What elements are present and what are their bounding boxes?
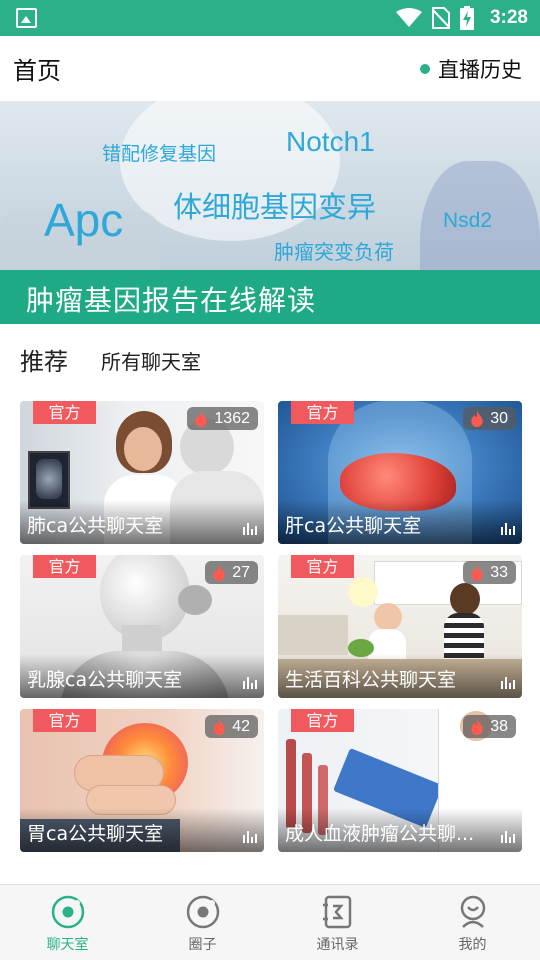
popularity-count-value: 30 [490,409,508,427]
wifi-icon [395,8,422,27]
chat-room-card[interactable]: 官方 33 生活百科公共聊天室 [278,555,522,698]
chat-room-name: 生活百科公共聊天室 [285,669,457,691]
chat-room-icon [51,895,84,929]
banner-keyword: 肿瘤突变负荷 [274,242,394,264]
signal-bars-icon [243,831,257,843]
banner-caption: 肿瘤基因报告在线解读 [26,284,317,317]
promo-banner[interactable]: 错配修复基因 Notch1 Apc 体细胞基因变异 Nsd2 肿瘤突变负荷 肿瘤… [0,101,540,324]
chat-room-card[interactable]: 官方 42 胃ca公共聊天室 [20,709,264,852]
nav-label: 我的 [458,937,487,953]
fire-icon [213,564,225,581]
popularity-count: 1362 [187,407,258,430]
signal-bars-icon [501,831,515,843]
fire-icon [471,718,483,735]
banner-keyword: Nsd2 [443,209,493,232]
chat-room-name: 成人血液肿瘤公共聊... [285,823,475,845]
popularity-count: 42 [205,715,258,738]
nav-item-profile[interactable]: 我的 [405,885,540,960]
image-notification-icon [16,8,37,28]
banner-caption-strip: 肿瘤基因报告在线解读 [0,270,540,324]
chat-room-name: 肺ca公共聊天室 [27,515,164,537]
official-badge: 官方 [33,555,96,578]
chat-room-card[interactable]: 官方 27 乳腺ca公共聊天室 [20,555,264,698]
chat-room-card[interactable]: 官方 30 肝ca公共聊天室 [278,401,522,544]
popularity-count-value: 1362 [214,409,250,427]
popularity-count-value: 33 [490,563,508,581]
popularity-count: 33 [463,561,516,584]
chat-room-name: 胃ca公共聊天室 [27,823,164,845]
live-dot-icon [420,64,430,74]
banner-keyword: Notch1 [286,126,375,157]
room-tabs: 推荐 所有聊天室 [0,324,540,394]
status-bar: 3:28 [0,0,540,36]
fire-icon [195,410,208,427]
status-icons: 3:28 [395,0,528,36]
chat-room-card[interactable]: 官方 38 成人血液肿瘤公共聊... [278,709,522,852]
fire-icon [471,564,483,581]
signal-bars-icon [243,523,257,535]
nav-item-circle[interactable]: 圈子 [135,885,270,960]
chat-room-card[interactable]: 官方 1362 肺ca公共聊天室 [20,401,264,544]
chat-room-name: 肝ca公共聊天室 [285,515,422,537]
bottom-navigation: 聊天室 圈子 通讯录 我的 [0,884,540,960]
popularity-count-value: 27 [232,563,250,581]
fire-icon [471,410,483,427]
official-badge: 官方 [291,401,354,424]
contacts-icon [322,895,351,929]
popularity-count-value: 42 [232,717,250,735]
nav-item-contacts[interactable]: 通讯录 [270,885,405,960]
circle-icon [186,895,219,929]
signal-bars-icon [243,677,257,689]
official-badge: 官方 [291,555,354,578]
top-header: 首页 直播历史 [0,36,540,100]
popularity-count-value: 38 [490,717,508,735]
official-badge: 官方 [291,709,354,732]
banner-keyword: 错配修复基因 [102,144,217,165]
tab-recommended[interactable]: 推荐 [20,342,68,377]
live-history-label: 直播历史 [438,58,522,82]
fire-icon [213,718,225,735]
popularity-count: 30 [463,407,516,430]
nav-label: 聊天室 [46,937,89,953]
tab-all-rooms[interactable]: 所有聊天室 [101,346,201,375]
profile-icon [460,895,485,928]
banner-keyword: Apc [44,194,124,246]
live-history-button[interactable]: 直播历史 [420,54,522,84]
no-sim-icon [431,7,450,29]
battery-charging-icon [459,6,474,30]
nav-label: 圈子 [188,937,217,953]
signal-bars-icon [501,677,515,689]
banner-keyword: 体细胞基因变异 [173,192,377,224]
signal-bars-icon [501,523,515,535]
page-title: 首页 [13,57,61,85]
chat-room-name: 乳腺ca公共聊天室 [27,669,183,691]
popularity-count: 38 [463,715,516,738]
popularity-count: 27 [205,561,258,584]
nav-item-chat-room[interactable]: 聊天室 [0,885,135,960]
nav-label: 通讯录 [316,937,359,953]
official-badge: 官方 [33,401,96,424]
official-badge: 官方 [33,709,96,732]
clock: 3:28 [489,7,528,28]
